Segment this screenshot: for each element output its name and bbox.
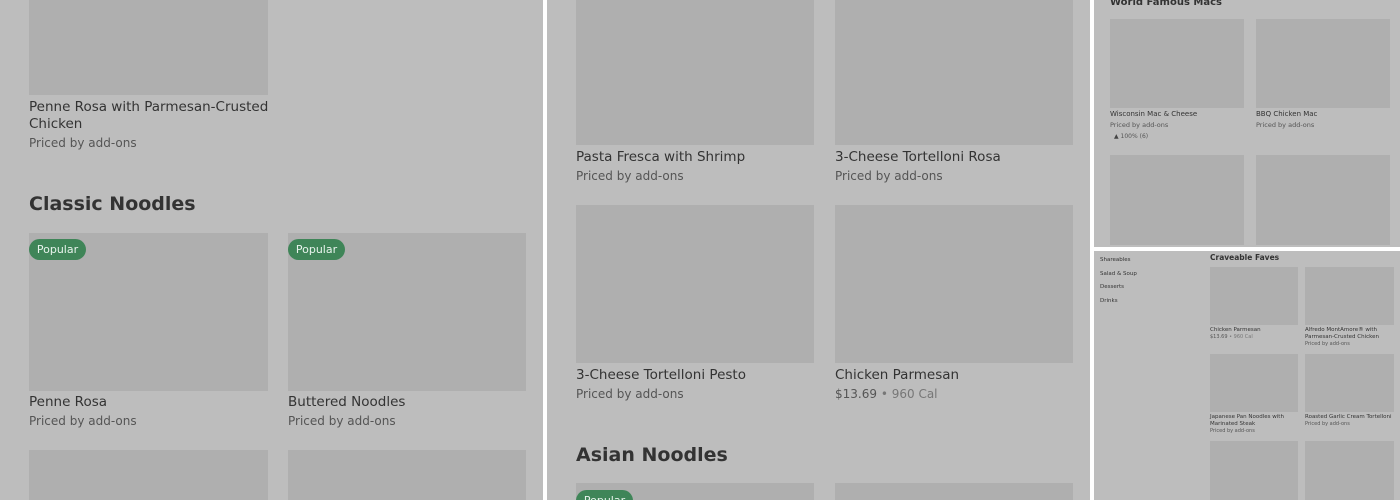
item-price: Priced by add-ons [1305,341,1350,347]
item-image[interactable] [1110,155,1244,245]
item-image[interactable] [1305,354,1394,412]
item-name[interactable]: Penne Rosa [29,394,107,410]
item-name[interactable]: Roasted Garlic Cream Tortelloni [1305,414,1392,420]
item-price: Priced by add-ons [576,169,684,183]
sidebar-item-desserts[interactable]: Desserts [1100,284,1124,290]
item-image[interactable] [835,205,1073,363]
item-price: Priced by add-ons [1256,121,1315,129]
section-title: Craveable Faves [1210,253,1280,262]
menu-panel-macs: World Famous Macs Wisconsin Mac & Cheese… [1094,0,1400,247]
item-name[interactable]: Pasta Fresca with Shrimp [576,149,745,165]
item-image[interactable] [835,0,1073,145]
item-image[interactable] [1210,441,1298,500]
item-image[interactable] [1256,19,1390,108]
item-image[interactable] [1110,19,1244,108]
item-calories: 960 Cal [891,387,938,401]
item-image[interactable] [1256,155,1390,245]
menu-panel-pasta: Pasta Fresca with Shrimp Priced by add-o… [547,0,1090,500]
item-price: Priced by add-ons [576,387,684,401]
item-name[interactable]: 3-Cheese Tortelloni Rosa [835,149,1001,165]
item-name[interactable]: Penne Rosa with Parmesan-Crusted Chicken [29,99,279,133]
item-image[interactable] [576,205,814,363]
sidebar-item-salad-soup[interactable]: Salad & Soup [1100,271,1137,277]
sidebar-item-shareables[interactable]: Shareables [1100,257,1131,263]
popular-badge: Popular [288,239,345,260]
item-name[interactable]: Buttered Noodles [288,394,405,410]
item-price: Priced by add-ons [288,414,396,428]
section-title: Asian Noodles [576,444,728,466]
menu-panel-craveable-faves: Shareables Salad & Soup Desserts Drinks … [1094,251,1400,500]
item-price: Priced by add-ons [1210,428,1255,434]
item-image[interactable] [1305,441,1394,500]
rating-value: 100% (6) [1120,133,1149,140]
item-price: Priced by add-ons [835,169,943,183]
item-name[interactable]: BBQ Chicken Mac [1256,110,1317,118]
item-image[interactable] [29,0,268,95]
item-price: Priced by add-ons [1110,121,1169,129]
menu-panel-classic-noodles: Penne Rosa with Parmesan-Crusted Chicken… [0,0,543,500]
item-image[interactable] [1305,267,1394,325]
popular-badge: Popular [576,490,633,500]
item-name[interactable]: 3-Cheese Tortelloni Pesto [576,367,746,383]
sidebar-item-drinks[interactable]: Drinks [1100,298,1118,304]
thumbs-up-icon: ▲ [1114,133,1119,140]
item-name[interactable]: Wisconsin Mac & Cheese [1110,110,1197,118]
item-name[interactable]: Japanese Pan Noodles with Marinated Stea… [1210,414,1296,428]
item-image[interactable] [29,450,268,500]
item-image[interactable] [288,450,526,500]
section-title: Classic Noodles [29,193,196,215]
section-title: World Famous Macs [1110,0,1222,8]
item-price: Priced by add-ons [29,136,137,150]
item-price: $13.69 • 960 Cal [1210,334,1253,340]
item-price-value: $13.69 [835,387,877,401]
item-image[interactable] [1210,354,1298,412]
rating-badge: ▲ 100% (6) [1110,132,1153,142]
item-price: $13.69 • 960 Cal [835,387,938,401]
item-name[interactable]: Alfredo MontAmore® with Parmesan-Crusted… [1305,327,1397,341]
item-price-value: $13.69 [1210,334,1228,340]
price-separator: • [877,387,892,401]
item-price: Priced by add-ons [1305,421,1350,427]
item-image[interactable] [835,483,1073,500]
item-name[interactable]: Chicken Parmesan [835,367,959,383]
item-price: Priced by add-ons [29,414,137,428]
item-name[interactable]: Chicken Parmesan [1210,327,1261,333]
item-image[interactable] [576,0,814,145]
popular-badge: Popular [29,239,86,260]
item-calories: 960 Cal [1233,334,1253,340]
item-image[interactable] [1210,267,1298,325]
